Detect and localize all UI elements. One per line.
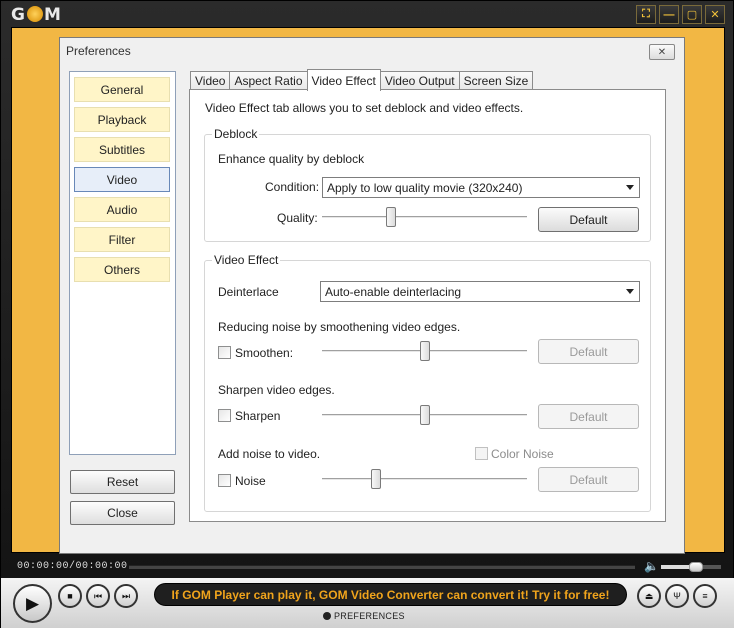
minimize-button[interactable]: — [659, 5, 679, 24]
tab-video[interactable]: Video [190, 71, 231, 90]
equalizer-button[interactable]: Ψ [665, 584, 689, 608]
deblock-group-title: Deblock [212, 127, 260, 141]
category-playback[interactable]: Playback [74, 107, 170, 132]
video-area: Preferences ✕ General Playback Subtitles… [11, 27, 725, 554]
category-subtitles[interactable]: Subtitles [74, 137, 170, 162]
close-dialog-button[interactable]: Close [70, 501, 175, 525]
gom-player-window: GM ⛶ — ▢ ✕ Preferences ✕ General Playbac… [0, 0, 734, 628]
slider-track [322, 216, 527, 219]
slider-thumb[interactable] [386, 207, 396, 227]
maximize-button[interactable]: ▢ [682, 5, 702, 24]
volume-slider[interactable] [661, 562, 721, 572]
noise-checkbox[interactable] [218, 474, 231, 487]
slider-thumb[interactable] [420, 405, 430, 425]
quality-default-button[interactable]: Default [538, 207, 639, 232]
sharpen-slider[interactable] [322, 405, 527, 425]
reset-button[interactable]: Reset [70, 470, 175, 494]
deblock-group: Deblock Enhance quality by deblock Condi… [204, 127, 651, 242]
category-general[interactable]: General [74, 77, 170, 102]
slider-track [322, 478, 527, 481]
fullscreen-button[interactable]: ⛶ [636, 5, 656, 24]
category-audio[interactable]: Audio [74, 197, 170, 222]
volume-icon[interactable]: 🔈 [644, 559, 659, 573]
slider-thumb[interactable] [420, 341, 430, 361]
close-button[interactable]: ✕ [705, 5, 725, 24]
category-video[interactable]: Video [74, 167, 170, 192]
noise-description: Add noise to video. [218, 447, 321, 461]
category-filter[interactable]: Filter [74, 227, 170, 252]
sharpen-description: Sharpen video edges. [218, 383, 335, 397]
smoothen-checkbox[interactable] [218, 346, 231, 359]
slider-thumb[interactable] [371, 469, 381, 489]
noise-slider[interactable] [322, 469, 527, 489]
video-effect-panel: Video Effect tab allows you to set deblo… [189, 89, 666, 522]
condition-dropdown[interactable]: Apply to low quality movie (320x240) [322, 177, 640, 198]
tab-aspect-ratio[interactable]: Aspect Ratio [229, 71, 308, 90]
time-display: 00:00:00/00:00:00 [17, 561, 128, 572]
noise-label: Noise [235, 474, 266, 488]
condition-label: Condition: [265, 180, 320, 194]
smoothen-description: Reducing noise by smoothening video edge… [218, 320, 461, 334]
sharpen-checkbox[interactable] [218, 409, 231, 422]
seek-bar[interactable] [129, 565, 635, 569]
tab-bar: Video Aspect Ratio Video Effect Video Ou… [190, 69, 534, 91]
control-bar: ▶ ■ ⏮ ⏭ If GOM Player can play it, GOM V… [1, 578, 734, 628]
preferences-label: PREFERENCES [334, 611, 405, 621]
deinterlace-value: Auto-enable deinterlacing [325, 284, 462, 299]
video-effect-group: Video Effect Deinterlace Auto-enable dei… [204, 253, 651, 512]
color-noise-label: Color Noise [491, 447, 554, 461]
window-controls: ⛶ — ▢ ✕ [636, 5, 725, 24]
deinterlace-dropdown[interactable]: Auto-enable deinterlacing [320, 281, 640, 302]
tab-video-effect[interactable]: Video Effect [306, 69, 381, 91]
dialog-title: Preferences [66, 44, 131, 58]
volume-knob[interactable] [689, 562, 703, 572]
gom-logo: GM [11, 5, 62, 25]
sharpen-label: Sharpen [235, 409, 281, 423]
enhance-quality-label: Enhance quality by deblock [218, 152, 365, 166]
preferences-dialog: Preferences ✕ General Playback Subtitles… [59, 37, 685, 554]
tab-screen-size[interactable]: Screen Size [458, 71, 534, 90]
deinterlace-label: Deinterlace [218, 285, 279, 299]
preferences-icon [323, 612, 331, 620]
smoothen-default-button[interactable]: Default [538, 339, 639, 364]
noise-default-button[interactable]: Default [538, 467, 639, 492]
condition-value: Apply to low quality movie (320x240) [327, 180, 523, 195]
sharpen-default-button[interactable]: Default [538, 404, 639, 429]
seek-bar-row: 00:00:00/00:00:00 🔈 [11, 557, 725, 577]
video-effect-group-title: Video Effect [212, 253, 281, 267]
chevron-down-icon [626, 289, 634, 294]
preferences-link[interactable]: PREFERENCES [323, 611, 405, 621]
smoothen-label: Smoothen: [235, 346, 294, 360]
tab-description: Video Effect tab allows you to set deblo… [205, 101, 524, 115]
color-noise-checkbox[interactable] [475, 447, 488, 460]
quality-label: Quality: [277, 211, 318, 225]
previous-button[interactable]: ⏮ [86, 584, 110, 608]
promo-marquee[interactable]: If GOM Player can play it, GOM Video Con… [154, 583, 627, 606]
play-button[interactable]: ▶ [13, 584, 52, 623]
title-bar[interactable]: GM ⛶ — ▢ ✕ [1, 1, 734, 29]
dialog-close-button[interactable]: ✕ [649, 44, 675, 60]
playlist-button[interactable]: ≡ [693, 584, 717, 608]
quality-slider[interactable] [322, 207, 527, 227]
chevron-down-icon [626, 185, 634, 190]
category-others[interactable]: Others [74, 257, 170, 282]
tab-video-output[interactable]: Video Output [379, 71, 460, 90]
next-button[interactable]: ⏭ [114, 584, 138, 608]
category-list: General Playback Subtitles Video Audio F… [69, 71, 176, 455]
eject-button[interactable]: ⏏ [637, 584, 661, 608]
stop-button[interactable]: ■ [58, 584, 82, 608]
smoothen-slider[interactable] [322, 341, 527, 361]
